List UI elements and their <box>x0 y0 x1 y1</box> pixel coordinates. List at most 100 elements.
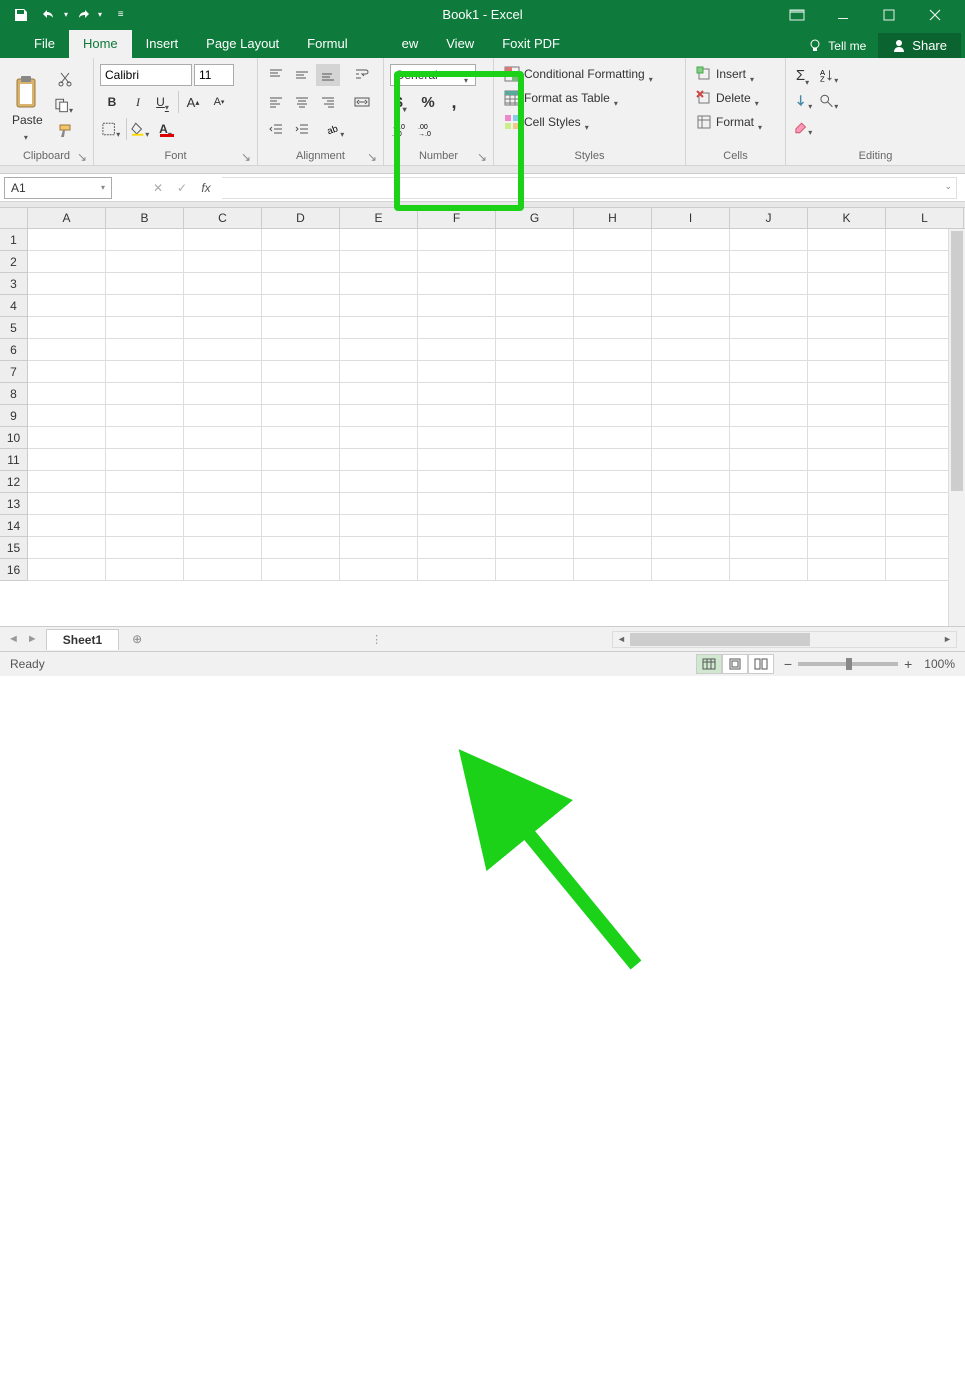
cell[interactable] <box>418 361 496 383</box>
fill-color-button[interactable] <box>129 118 153 140</box>
tell-me-button[interactable]: Tell me <box>796 35 878 57</box>
cell[interactable] <box>652 405 730 427</box>
italic-button[interactable]: I <box>126 91 150 113</box>
cell[interactable] <box>28 295 106 317</box>
row-header[interactable]: 10 <box>0 427 28 449</box>
cell[interactable] <box>262 317 340 339</box>
minimize-button[interactable] <box>829 1 857 29</box>
tab-review-fragment[interactable]: ew <box>362 30 433 58</box>
cell[interactable] <box>730 493 808 515</box>
cell[interactable] <box>496 229 574 251</box>
tab-insert[interactable]: Insert <box>132 30 193 58</box>
zoom-slider[interactable] <box>798 662 898 666</box>
cell[interactable] <box>418 537 496 559</box>
tab-foxit-pdf[interactable]: Foxit PDF <box>488 30 574 58</box>
insert-function-button[interactable]: fx <box>194 177 218 199</box>
cell[interactable] <box>496 383 574 405</box>
align-center-button[interactable] <box>290 91 314 113</box>
cell[interactable] <box>106 471 184 493</box>
row-header[interactable]: 8 <box>0 383 28 405</box>
column-header[interactable]: A <box>28 208 106 228</box>
qat-customize[interactable]: ⠀≡ <box>104 3 130 27</box>
cell[interactable] <box>418 515 496 537</box>
cell[interactable] <box>574 339 652 361</box>
cell[interactable] <box>340 515 418 537</box>
cell[interactable] <box>106 449 184 471</box>
cell[interactable] <box>106 361 184 383</box>
cell[interactable] <box>652 273 730 295</box>
conditional-formatting-button[interactable]: Conditional Formatting <box>500 64 679 84</box>
column-header[interactable]: D <box>262 208 340 228</box>
row-header[interactable]: 6 <box>0 339 28 361</box>
align-left-button[interactable] <box>264 91 288 113</box>
cell[interactable] <box>184 251 262 273</box>
cell[interactable] <box>106 515 184 537</box>
sheet-next-button[interactable]: ► <box>27 633 38 645</box>
cell[interactable] <box>106 383 184 405</box>
cell[interactable] <box>184 383 262 405</box>
cell[interactable] <box>340 339 418 361</box>
cell[interactable] <box>184 471 262 493</box>
cell[interactable] <box>28 427 106 449</box>
cell[interactable] <box>730 559 808 581</box>
cell[interactable] <box>340 471 418 493</box>
cell[interactable] <box>808 515 886 537</box>
borders-button[interactable] <box>100 118 124 140</box>
cell[interactable] <box>340 317 418 339</box>
alignment-dialog-launcher[interactable]: ↘ <box>367 150 379 162</box>
cell[interactable] <box>496 339 574 361</box>
cell[interactable] <box>340 405 418 427</box>
cell[interactable] <box>496 273 574 295</box>
normal-view-button[interactable] <box>696 654 722 674</box>
cell[interactable] <box>496 559 574 581</box>
cell[interactable] <box>340 273 418 295</box>
cell[interactable] <box>28 339 106 361</box>
cell[interactable] <box>106 405 184 427</box>
cell[interactable] <box>574 405 652 427</box>
column-header[interactable]: I <box>652 208 730 228</box>
close-button[interactable] <box>921 1 949 29</box>
row-header[interactable]: 1 <box>0 229 28 251</box>
cell[interactable] <box>340 493 418 515</box>
row-header[interactable]: 13 <box>0 493 28 515</box>
cell[interactable] <box>184 317 262 339</box>
cell[interactable] <box>496 295 574 317</box>
cell[interactable] <box>418 559 496 581</box>
cell[interactable] <box>574 471 652 493</box>
cell[interactable] <box>574 273 652 295</box>
cell[interactable] <box>730 273 808 295</box>
cell[interactable] <box>652 317 730 339</box>
sort-filter-button[interactable]: AZ <box>818 64 842 86</box>
cell[interactable] <box>106 251 184 273</box>
cell[interactable] <box>340 229 418 251</box>
cell[interactable] <box>496 493 574 515</box>
merge-center-button[interactable] <box>350 91 374 113</box>
cell[interactable] <box>28 559 106 581</box>
cell[interactable] <box>730 405 808 427</box>
cell[interactable] <box>730 339 808 361</box>
formula-input[interactable]: ⌄ <box>222 177 957 199</box>
cell[interactable] <box>652 559 730 581</box>
align-top-button[interactable] <box>264 64 288 86</box>
cell[interactable] <box>262 361 340 383</box>
tab-page-layout[interactable]: Page Layout <box>192 30 293 58</box>
column-header[interactable]: F <box>418 208 496 228</box>
cell[interactable] <box>340 361 418 383</box>
cell[interactable] <box>808 317 886 339</box>
percent-format-button[interactable]: % <box>416 91 440 113</box>
cell[interactable] <box>730 295 808 317</box>
cell[interactable] <box>28 405 106 427</box>
increase-font-button[interactable]: A▴ <box>181 91 205 113</box>
cell[interactable] <box>28 471 106 493</box>
align-right-button[interactable] <box>316 91 340 113</box>
comma-format-button[interactable]: , <box>442 91 466 113</box>
cell[interactable] <box>808 251 886 273</box>
clear-button[interactable] <box>792 116 816 138</box>
cell[interactable] <box>28 537 106 559</box>
cell[interactable] <box>418 471 496 493</box>
cell[interactable] <box>652 251 730 273</box>
save-button[interactable] <box>8 3 34 27</box>
cell[interactable] <box>184 537 262 559</box>
row-header[interactable]: 14 <box>0 515 28 537</box>
cell[interactable] <box>418 251 496 273</box>
